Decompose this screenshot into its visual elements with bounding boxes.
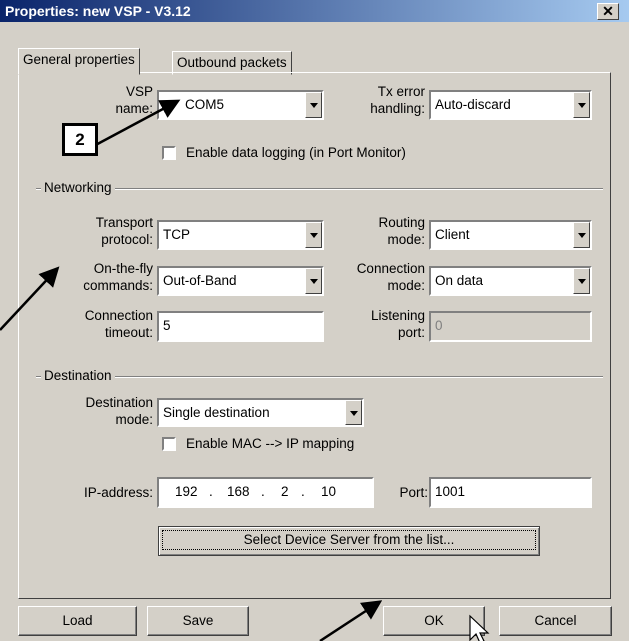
arrow-to-ok (319, 600, 383, 641)
properties-dialog: Properties: new VSP - V3.12 ✕ General pr… (0, 0, 629, 641)
callout-label: 2 (62, 123, 98, 156)
annotation-arrows (0, 99, 490, 641)
mouse-cursor-icon (469, 614, 490, 641)
arrow-to-onthefly (0, 266, 60, 331)
arrow-to-vsp-name (89, 99, 181, 150)
